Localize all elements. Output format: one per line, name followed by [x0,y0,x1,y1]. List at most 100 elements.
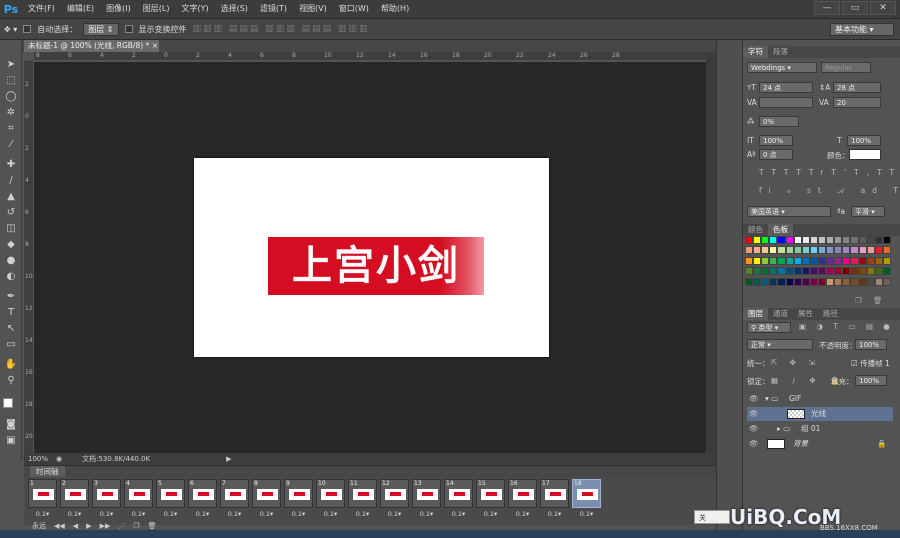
timeline-frame[interactable]: 1 [28,479,57,508]
frame-delay[interactable]: 0.1▾ [348,510,377,518]
frame-delay[interactable]: 0.1▾ [380,510,409,518]
kerning-field[interactable] [759,97,813,108]
status-info-icon[interactable]: ◉ [56,455,62,463]
propagate-frame[interactable]: ☑ 传播帧 1 [851,358,890,369]
first-frame-icon[interactable]: ◀◀ [54,522,65,530]
color-swatch[interactable] [826,267,835,276]
opacity-field[interactable]: 100% [855,339,887,350]
color-swatch[interactable] [777,277,786,286]
antialias-select[interactable]: 平滑 ▾ [851,206,885,217]
close-tab-icon[interactable]: × [152,41,158,50]
color-swatch[interactable] [817,236,827,244]
frame-delay[interactable]: 0.1▾ [124,510,153,518]
status-arrow-icon[interactable]: ▶ [226,455,231,463]
color-swatch[interactable] [842,236,851,244]
color-swatch[interactable] [745,277,754,286]
color-swatch[interactable] [785,236,794,244]
color-swatch[interactable] [785,267,794,276]
quick-mask-icon[interactable]: ◙ [4,418,18,432]
menu-filter[interactable]: 滤镜(T) [254,0,293,18]
color-swatch[interactable] [834,256,843,265]
color-swatch[interactable] [801,236,810,244]
new-frame-icon[interactable]: ❐ [133,522,139,530]
timeline-frame[interactable]: 11 [348,479,377,508]
color-swatch[interactable] [809,236,818,244]
timeline-frame[interactable]: 12 [380,479,409,508]
tab-paragraph[interactable]: 段落 [768,46,793,58]
color-swatch[interactable] [858,236,867,244]
vertical-scrollbar[interactable] [706,52,716,453]
color-swatch[interactable] [834,267,843,276]
tracking-field[interactable]: 20 [833,97,881,108]
color-swatch[interactable] [874,267,883,276]
screen-mode-icon[interactable]: ▣ [4,434,18,448]
menu-type[interactable]: 文字(Y) [175,0,214,18]
font-family-select[interactable]: Webdings ▾ [747,62,817,73]
language-select[interactable]: 美国英语 ▾ [747,206,831,217]
timeline-frame[interactable]: 5 [156,479,185,508]
baseline-field[interactable]: 0 点 [759,149,793,160]
menu-edit[interactable]: 编辑(E) [61,0,100,18]
move-tool-icon[interactable]: ✥ ▾ [4,25,17,34]
color-swatch[interactable] [826,236,835,244]
bucket-icon[interactable]: ◆ [4,238,18,252]
frame-delay[interactable]: 0.1▾ [188,510,217,518]
document-canvas[interactable]: 上宫小剑 [194,158,549,357]
frame-delay[interactable]: 0.1▾ [28,510,57,518]
color-swatch[interactable] [785,277,794,286]
color-swatch[interactable] [817,246,827,255]
color-swatch[interactable] [858,256,867,265]
frame-delay[interactable]: 0.1▾ [412,510,441,518]
fill-field[interactable]: 100% [855,375,887,386]
blend-mode-select[interactable]: 正常 ▾ [747,339,813,350]
color-swatch[interactable] [826,246,835,255]
color-swatch[interactable] [809,256,818,265]
hand-icon[interactable]: ✋ [4,358,18,372]
color-swatch[interactable] [866,267,875,276]
zoom-level[interactable]: 100% [28,455,48,463]
timeline-frame[interactable]: 10 [316,479,345,508]
shape-icon[interactable]: ▭ [4,338,18,352]
color-swatch[interactable] [769,246,778,255]
color-swatch[interactable] [858,267,867,276]
eraser-icon[interactable]: ◫ [4,222,18,236]
color-swatch[interactable] [809,277,818,286]
color-swatch[interactable] [850,277,859,286]
canvas-area[interactable]: 上宫小剑 [34,62,706,453]
color-swatch[interactable] [745,236,754,244]
frame-delay[interactable]: 0.1▾ [572,510,601,518]
color-swatch[interactable] [874,246,883,255]
crop-icon[interactable]: ⌗ [4,122,18,136]
frame-delay[interactable]: 0.1▾ [156,510,185,518]
tab-channels[interactable]: 通道 [768,308,793,320]
color-swatch[interactable] [753,246,762,255]
text-color-swatch[interactable] [849,149,881,160]
color-swatch[interactable] [850,236,859,244]
color-swatch[interactable] [753,267,762,276]
color-swatch[interactable] [866,246,875,255]
layer-filter-select[interactable]: ⚲ 类型 ▾ [747,322,791,333]
color-swatch[interactable] [801,256,810,265]
workspace-dropdown[interactable]: 基本功能 ▾ [830,23,894,36]
color-swatch[interactable] [826,277,835,286]
healing-icon[interactable]: ✚ [4,158,18,172]
history-brush-icon[interactable]: ↺ [4,206,18,220]
color-swatch[interactable] [761,267,770,276]
timeline-frame[interactable]: 2 [60,479,89,508]
color-swatch[interactable] [769,256,778,265]
superscript-button[interactable]: T' [831,168,854,177]
small-caps-button[interactable]: Tr [809,168,832,177]
all-caps-button[interactable]: TT [784,168,809,177]
faux-italic-button[interactable]: T [771,168,783,177]
dodge-icon[interactable]: ◐ [4,270,18,284]
frame-delay[interactable]: 0.1▾ [508,510,537,518]
frame-delay[interactable]: 0.1▾ [540,510,569,518]
ruler-top[interactable]: 8 6 4 2 0 2 4 6 8 10 12 14 16 18 20 22 24 26 28 [34,52,706,61]
tab-properties[interactable]: 属性 [793,308,818,320]
document-tab[interactable]: 未标题-1 @ 100% (光线, RGB/8) * × [24,40,159,52]
frame-delay[interactable]: 0.1▾ [92,510,121,518]
layer-filter-icons[interactable]: ▣ ◑ T ▭ ▤ ● [799,322,894,331]
h-scale-field[interactable]: 100% [847,135,881,146]
color-swatch[interactable] [761,246,770,255]
timeline-frame[interactable]: 3 [92,479,121,508]
